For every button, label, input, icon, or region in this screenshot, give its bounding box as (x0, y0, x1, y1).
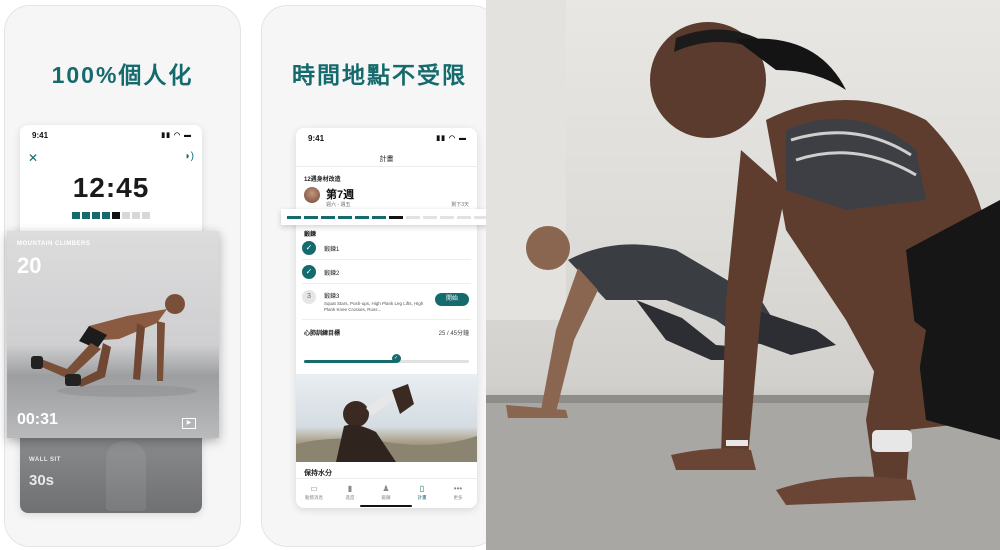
week-title: 第7週 (326, 189, 355, 201)
status-time: 9:41 (32, 131, 49, 140)
tab-more[interactable]: ••• 更多 (440, 484, 476, 501)
tab-feed[interactable]: ▭ 動態消息 (296, 484, 332, 501)
program-plan-screen: 9:41 ▮▮ ◠ ▬ 計畫 12週身材改造 第7週 週六 - 週五 剩下3天 … (296, 128, 477, 508)
week-segment (406, 216, 420, 219)
close-icon[interactable]: ✕ (28, 151, 38, 165)
circuit-segment (112, 212, 120, 219)
status-bar: 9:41 ▮▮ ◠ ▬ (32, 131, 192, 141)
workout-label: 鍛鍊1 (324, 247, 340, 253)
workout-row-2[interactable]: ✓ 鍛鍊2 (302, 261, 471, 284)
next-exercise-name: WALL SIT (29, 457, 61, 463)
week-segment (423, 216, 437, 219)
next-exercise-time: 30s (29, 472, 55, 489)
exercise-name: MOUNTAIN CLIMBERS (17, 241, 91, 247)
next-exercise-panel[interactable]: WALL SIT 30s (20, 437, 202, 513)
circuit-segment (132, 212, 140, 219)
workout-timer: 12:45 (72, 172, 150, 203)
week-segment (355, 216, 369, 219)
cardio-progress-bar: ✓ (304, 354, 469, 363)
drinking-athlete-figure (296, 384, 477, 462)
workout-photo (486, 0, 1000, 550)
kettlebell-icon: ♟ (382, 484, 390, 493)
week-segment (389, 216, 403, 219)
circuit-segment (82, 212, 90, 219)
circuit-segment (122, 212, 130, 219)
check-icon: ✓ (302, 241, 316, 255)
workout-label: 鍛鍊3 (324, 294, 340, 300)
week-segment (338, 216, 352, 219)
circuit-progress (72, 206, 152, 224)
workout-description: Squat Stars, Push-ups, High Plank Leg Li… (324, 301, 424, 312)
cardio-goal-value: 25 / 45分鐘 (438, 331, 469, 337)
workout-label: 鍛鍊2 (324, 271, 340, 277)
mountain-climber-athletes (486, 0, 1000, 550)
week-segment (372, 216, 386, 219)
tab-progress[interactable]: ▮ 進度 (332, 484, 368, 501)
exercise-reps: 20 (17, 253, 42, 278)
home-indicator (360, 505, 412, 507)
more-icon: ••• (453, 484, 463, 493)
feed-icon: ▭ (310, 484, 318, 493)
workout-number: 3 (302, 290, 316, 304)
circuit-segment (92, 212, 100, 219)
tab-bar: ▭ 動態消息 ▮ 進度 ♟ 鍛鍊 ▯ 計畫 ••• 更多 (296, 478, 477, 508)
headline-anywhere: 時間地點不受限 (292, 62, 467, 88)
next-exercise-image (106, 441, 146, 511)
tab-workouts[interactable]: ♟ 鍛鍊 (368, 484, 404, 501)
workout-row-3[interactable]: 3 鍛鍊3 Squat Stars, Push-ups, High Plank … (302, 287, 471, 320)
trainer-avatar (304, 187, 320, 203)
hydration-title: 保持水分 (304, 470, 332, 477)
week-segment (321, 216, 335, 219)
circuit-segment (142, 212, 150, 219)
week-segment (457, 216, 471, 219)
check-icon: ✓ (302, 265, 316, 279)
hydration-image[interactable] (296, 374, 477, 462)
play-video-icon[interactable]: ▶ (182, 418, 196, 429)
signal-wifi-battery-icon: ▮▮ ◠ ▬ (161, 132, 192, 139)
tab-plan[interactable]: ▯ 計畫 (404, 484, 440, 501)
nav-title: 計畫 (379, 156, 394, 163)
week-days: 週六 - 週五 (326, 202, 351, 208)
circuit-segment (72, 212, 80, 219)
signal-wifi-battery-icon: ▮▮ ◠ ▬ (436, 135, 467, 142)
days-left: 剩下3天 (451, 202, 469, 208)
plan-icon: ▯ (419, 484, 425, 493)
week-segment (440, 216, 454, 219)
exercise-countdown: 00:31 (17, 411, 58, 428)
workout-row-1[interactable]: ✓ 鍛鍊1 (302, 237, 471, 260)
week-segment (304, 216, 318, 219)
headline-personalized: 100%個人化 (51, 62, 194, 88)
program-week-progress (281, 209, 490, 225)
status-bar: 9:41 ▮▮ ◠ ▬ (308, 134, 467, 144)
program-name: 12週身材改造 (304, 177, 341, 183)
cardio-progress-fill (304, 360, 396, 363)
circuit-segment (102, 212, 110, 219)
sound-icon[interactable]: ◗) (185, 151, 194, 162)
start-workout-button[interactable]: 開始 (435, 293, 469, 306)
cardio-progress-knob: ✓ (391, 354, 401, 363)
status-time: 9:41 (308, 134, 325, 143)
cardio-goal-label: 心肺訓練目標 (304, 331, 341, 337)
chart-icon: ▮ (347, 484, 353, 493)
week-segment (287, 216, 301, 219)
exercise-card[interactable]: MOUNTAIN CLIMBERS 20 00:31 ▶ (7, 231, 219, 438)
divider (296, 166, 477, 167)
